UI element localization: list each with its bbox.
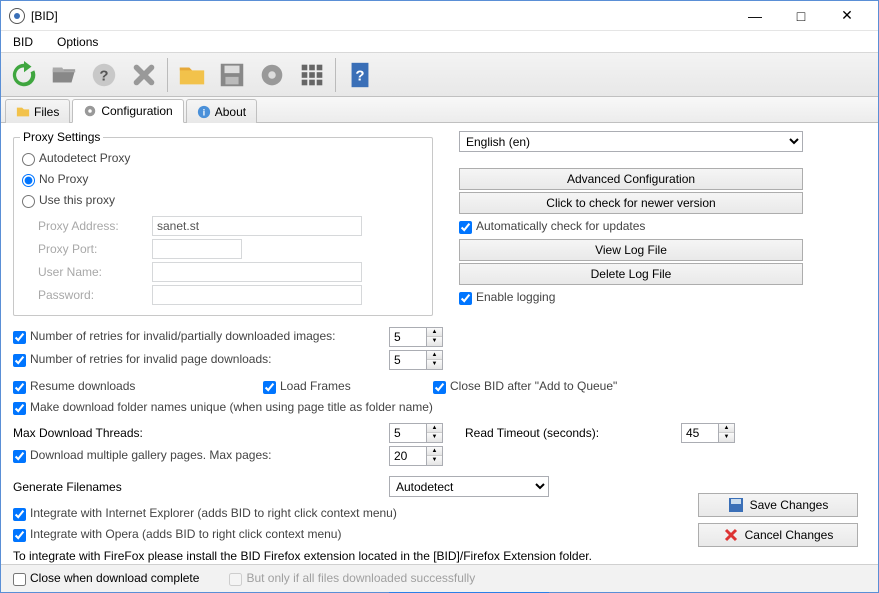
proxy-port-label: Proxy Port: xyxy=(22,242,142,256)
generate-filenames-select[interactable]: Autodetect xyxy=(389,476,549,497)
retries-images-checkbox[interactable]: Number of retries for invalid/partially … xyxy=(13,329,383,343)
tab-about[interactable]: i About xyxy=(186,99,257,123)
proxy-address-input[interactable] xyxy=(152,216,362,236)
close-button[interactable]: ✕ xyxy=(824,1,870,31)
folder-icon xyxy=(16,105,30,119)
proxy-password-input[interactable] xyxy=(152,285,362,305)
tabbar: Files Configuration i About xyxy=(1,97,878,123)
radio-autodetect-proxy[interactable]: Autodetect Proxy xyxy=(22,151,130,165)
retries-pages-spinner[interactable]: ▲▼ xyxy=(389,350,443,370)
tab-configuration[interactable]: Configuration xyxy=(72,99,183,123)
info-icon: i xyxy=(197,105,211,119)
delete-log-button[interactable]: Delete Log File xyxy=(459,263,803,285)
settings-gear-button[interactable] xyxy=(253,56,291,94)
resume-downloads-checkbox[interactable]: Resume downloads xyxy=(13,379,263,393)
advanced-config-button[interactable]: Advanced Configuration xyxy=(459,168,803,190)
save-changes-button[interactable]: Save Changes xyxy=(698,493,858,517)
proxy-address-label: Proxy Address: xyxy=(22,219,142,233)
view-log-button[interactable]: View Log File xyxy=(459,239,803,261)
load-frames-checkbox[interactable]: Load Frames xyxy=(263,379,433,393)
delete-button[interactable] xyxy=(125,56,163,94)
retries-pages-checkbox[interactable]: Number of retries for invalid page downl… xyxy=(13,352,383,366)
menubar: BID Options xyxy=(1,31,878,53)
proxy-settings-group: Proxy Settings Autodetect Proxy No Proxy… xyxy=(13,137,433,316)
tab-files[interactable]: Files xyxy=(5,99,70,123)
configuration-panel: Proxy Settings Autodetect Proxy No Proxy… xyxy=(1,123,878,565)
retries-images-spinner[interactable]: ▲▼ xyxy=(389,327,443,347)
cancel-changes-button[interactable]: Cancel Changes xyxy=(698,523,858,547)
toolbar: ? ? xyxy=(1,53,878,97)
grid-button[interactable] xyxy=(293,56,331,94)
open-folder-button[interactable] xyxy=(45,56,83,94)
read-timeout-label: Read Timeout (seconds): xyxy=(465,426,675,440)
only-if-success-checkbox[interactable]: But only if all files downloaded success… xyxy=(229,571,475,585)
generate-filenames-label: Generate Filenames xyxy=(13,480,383,494)
check-version-button[interactable]: Click to check for newer version xyxy=(459,192,803,214)
folder-button[interactable] xyxy=(173,56,211,94)
multi-gallery-spinner[interactable]: ▲▼ xyxy=(389,446,443,466)
proxy-user-label: User Name: xyxy=(22,265,142,279)
language-select[interactable]: English (en) xyxy=(459,131,803,152)
tab-files-label: Files xyxy=(34,105,59,119)
tab-configuration-label: Configuration xyxy=(101,104,172,118)
radio-no-proxy[interactable]: No Proxy xyxy=(22,172,88,186)
titlebar: [BID] — □ ✕ xyxy=(1,1,878,31)
proxy-password-label: Password: xyxy=(22,288,142,302)
app-icon xyxy=(9,8,25,24)
svg-text:?: ? xyxy=(355,67,364,84)
auto-check-updates-checkbox[interactable]: Automatically check for updates xyxy=(459,219,645,233)
gear-icon xyxy=(83,104,97,118)
svg-text:i: i xyxy=(203,107,205,117)
firefox-note: To integrate with FireFox please install… xyxy=(13,549,592,563)
help-button[interactable]: ? xyxy=(85,56,123,94)
right-column: English (en) Advanced Configuration Clic… xyxy=(459,131,849,310)
refresh-button[interactable] xyxy=(5,56,43,94)
integrate-opera-checkbox[interactable]: Integrate with Opera (adds BID to right … xyxy=(13,527,341,541)
max-threads-label: Max Download Threads: xyxy=(13,426,383,440)
menu-options[interactable]: Options xyxy=(53,33,102,50)
cancel-icon xyxy=(723,527,739,543)
read-timeout-spinner[interactable]: ▲▼ xyxy=(681,423,735,443)
close-when-complete-checkbox[interactable]: Close when download complete xyxy=(13,571,199,585)
unique-folder-checkbox[interactable]: Make download folder names unique (when … xyxy=(13,400,433,414)
proxy-user-input[interactable] xyxy=(152,262,362,282)
statusbar: Close when download complete But only if… xyxy=(1,564,878,592)
tab-about-label: About xyxy=(215,105,246,119)
close-after-queue-checkbox[interactable]: Close BID after "Add to Queue" xyxy=(433,379,617,393)
multi-gallery-checkbox[interactable]: Download multiple gallery pages. Max pag… xyxy=(13,448,383,462)
enable-logging-checkbox[interactable]: Enable logging xyxy=(459,290,555,304)
window-title: [BID] xyxy=(31,9,58,23)
proxy-port-input[interactable] xyxy=(152,239,242,259)
info-button[interactable]: ? xyxy=(341,56,379,94)
maximize-button[interactable]: □ xyxy=(778,1,824,31)
save-disk-button[interactable] xyxy=(213,56,251,94)
proxy-group-label: Proxy Settings xyxy=(20,130,103,144)
save-icon xyxy=(728,497,744,513)
menu-bid[interactable]: BID xyxy=(9,33,37,50)
svg-text:?: ? xyxy=(99,67,108,84)
radio-use-this-proxy[interactable]: Use this proxy xyxy=(22,193,115,207)
integrate-ie-checkbox[interactable]: Integrate with Internet Explorer (adds B… xyxy=(13,506,397,520)
max-threads-spinner[interactable]: ▲▼ xyxy=(389,423,443,443)
minimize-button[interactable]: — xyxy=(732,1,778,31)
